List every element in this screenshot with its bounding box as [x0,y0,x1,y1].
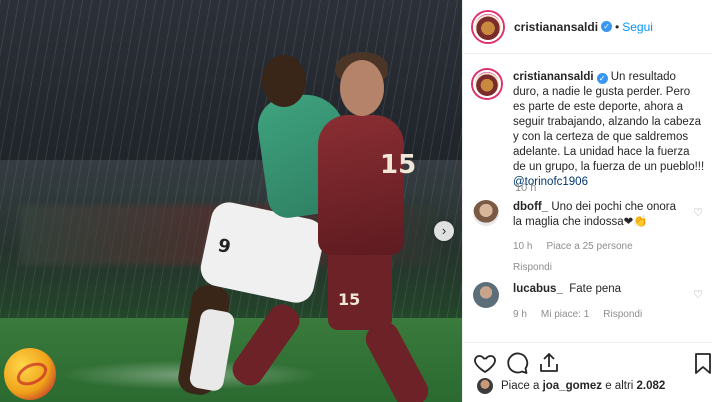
reply-button[interactable]: Rispondi [513,260,681,275]
inter-player-head [262,55,306,107]
comment-meta: 9 h Mi piace: 1 Rispondi [513,307,681,322]
comment-likes[interactable]: Piace a 25 persone [546,239,632,254]
commenter-avatar[interactable] [473,200,499,226]
comment-meta: 10 h Piace a 25 persone [513,239,681,254]
follow-button[interactable]: Segui [622,20,653,34]
caption-timestamp[interactable]: 10 h [515,182,536,194]
heart-icon[interactable] [473,351,497,375]
comment-item: dboff_ Uno dei pochi che onora la maglia… [473,200,707,275]
reply-button[interactable]: Rispondi [603,307,642,322]
likes-summary[interactable]: Piace a joa_gomez e altri 2.082 [477,378,707,394]
caption-body: Un resultado duro, a nadie le gusta perd… [513,71,705,173]
heart-outline-icon[interactable]: ♡ [693,206,703,219]
share-icon[interactable] [537,351,561,375]
football [4,348,56,400]
verified-icon: ✓ [596,73,608,84]
comment-body: dboff_ Uno dei pochi che onora la maglia… [513,200,681,275]
torino-shirt-number: 15 [380,150,417,180]
caption: cristianansaldi ✓ Un resultado duro, a na… [473,70,707,190]
comment-body: lucabus_ Fate pena 9 h Mi piace: 1 Rispo… [513,282,681,322]
comment-timestamp[interactable]: 10 h [513,239,532,254]
post-header: cristianansaldi ✓ • Segui [463,0,712,54]
caption-author-avatar[interactable] [473,70,501,98]
torino-player-shorts [328,245,392,330]
comment-text: Fate pena [569,283,622,295]
torino-player-head [340,60,384,116]
comment-timestamp[interactable]: 9 h [513,307,527,322]
comment-username[interactable]: dboff_ [513,201,548,213]
bookmark-icon[interactable] [691,351,712,375]
liker-username[interactable]: joa_gomez [543,380,602,392]
verified-icon: ✓ [601,21,613,32]
likes-prefix: Piace a [501,380,540,392]
author-username[interactable]: cristianansaldi [514,20,598,34]
comment-emoji: ❤👏 [623,216,648,228]
comment-icon[interactable] [505,351,529,375]
caption-username[interactable]: cristianansaldi [513,71,594,83]
post-photo[interactable]: 9 15 15 › [0,0,462,402]
comment-username[interactable]: lucabus_ [513,283,563,295]
post-actions [463,342,712,378]
comments-list[interactable]: cristianansaldi ✓ Un resultado duro, a na… [463,54,712,342]
comment-item: lucabus_ Fate pena 9 h Mi piace: 1 Rispo… [473,282,707,322]
comment-likes[interactable]: Mi piace: 1 [541,307,589,322]
author-avatar[interactable] [473,11,503,42]
commenter-avatar[interactable] [473,282,499,308]
torino-shorts-number: 15 [338,290,361,309]
likes-suffix: e altri [605,380,634,392]
heart-outline-icon[interactable]: ♡ [693,288,703,301]
caption-text: cristianansaldi ✓ Un resultado duro, a na… [513,70,705,190]
post-side-panel: cristianansaldi ✓ • Segui cristianansald… [462,0,712,402]
chevron-right-icon[interactable]: › [434,221,454,241]
torino-player-shirt [318,115,404,255]
separator-dot: • [615,19,620,34]
likes-count[interactable]: 2.082 [637,380,666,392]
liker-avatar [477,378,493,394]
